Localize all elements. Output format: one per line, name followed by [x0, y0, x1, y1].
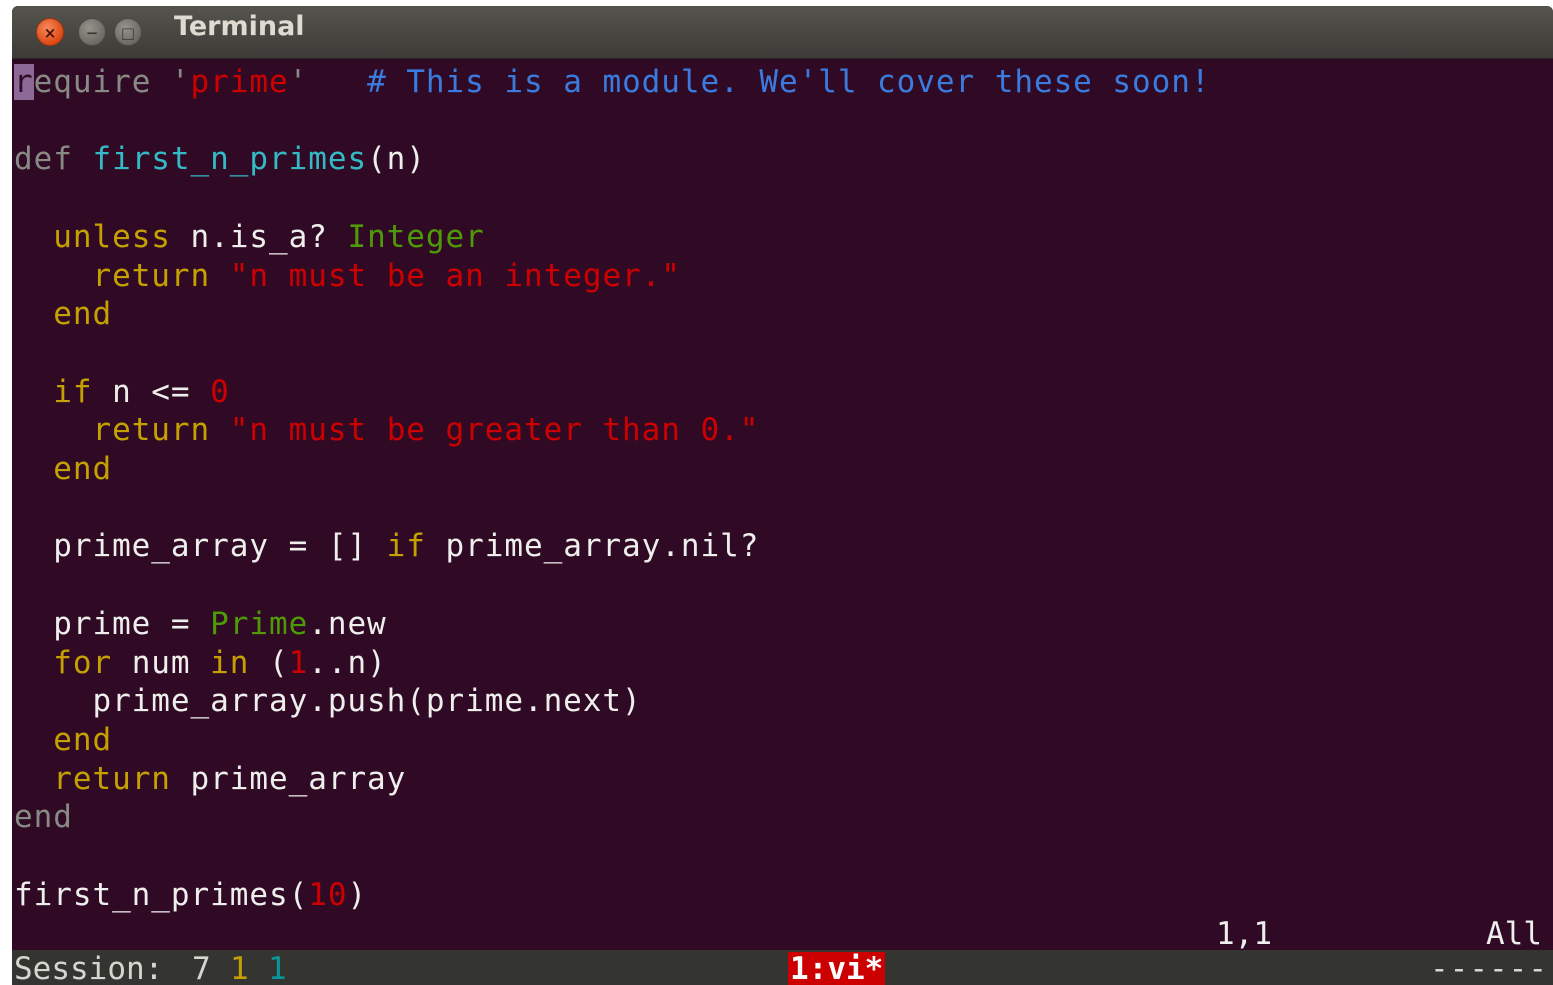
- code-token: equire: [33, 64, 171, 100]
- code-token: end: [14, 799, 73, 835]
- close-button[interactable]: ×: [36, 18, 64, 46]
- text-cursor: r: [14, 64, 34, 100]
- status-dashes: -------: [1430, 951, 1553, 985]
- code-token: prime_array.push(prime.next): [14, 683, 642, 719]
- session-label: Session:: [14, 951, 164, 985]
- minimize-icon: −: [85, 24, 99, 42]
- code-token: end: [53, 451, 113, 487]
- code-token: 1: [288, 645, 309, 681]
- code-token: prime_array = []: [14, 528, 387, 564]
- code-token: ': [288, 64, 309, 100]
- code-token: end: [53, 722, 113, 758]
- window-index: 1: [230, 951, 249, 985]
- code-token: "n must be an integer.": [229, 258, 681, 294]
- maximize-icon: □: [120, 24, 136, 42]
- code-token: first_n_primes: [92, 141, 368, 177]
- cursor-position: 1,1: [1216, 916, 1272, 952]
- code-token: prime_array: [170, 761, 407, 797]
- code-token: Prime: [210, 606, 309, 642]
- code-token: if: [386, 528, 426, 564]
- code-token: if: [53, 374, 93, 410]
- code-token: end: [53, 296, 113, 332]
- code-token: "n must be greater than 0.": [229, 412, 760, 448]
- session-number: 7: [192, 951, 211, 985]
- code-token: ..n): [308, 645, 387, 681]
- code-line[interactable]: require 'prime' # This is a module. We'l…: [14, 63, 1210, 101]
- code-token: prime_array.nil?: [425, 528, 760, 564]
- code-token: ': [170, 64, 191, 100]
- code-token: .new: [308, 606, 387, 642]
- code-line[interactable]: end: [14, 798, 73, 836]
- active-window-tab[interactable]: 1:vi*: [788, 952, 886, 985]
- minimize-button[interactable]: −: [78, 18, 106, 46]
- window-title: Terminal: [174, 11, 305, 42]
- code-line[interactable]: prime_array = [] if prime_array.nil?: [14, 527, 759, 565]
- terminal-window: × − □ Terminal require 'prime' # This is…: [12, 6, 1553, 985]
- code-token: 0: [210, 374, 230, 410]
- code-token: # This is a module. We'll cover these so…: [308, 64, 1211, 100]
- code-line[interactable]: end: [14, 450, 112, 488]
- code-line[interactable]: end: [14, 721, 112, 759]
- code-token: Integer: [347, 219, 485, 255]
- code-token: return: [92, 412, 211, 448]
- code-line[interactable]: prime = Prime.new: [14, 605, 387, 643]
- code-token: (: [249, 645, 289, 681]
- code-token: def: [14, 141, 93, 177]
- tmux-status-bar: Session: 7 1 1 1:vi* -------: [12, 950, 1553, 985]
- code-token: prime: [190, 64, 289, 100]
- code-line[interactable]: return "n must be greater than 0.": [14, 411, 759, 449]
- code-line[interactable]: for num in (1..n): [14, 644, 387, 682]
- code-line[interactable]: first_n_primes(10): [14, 876, 367, 914]
- code-token: return: [53, 761, 171, 797]
- title-bar[interactable]: × − □ Terminal: [12, 6, 1553, 59]
- code-token: ): [347, 877, 368, 913]
- code-line[interactable]: return "n must be an integer.": [14, 257, 681, 295]
- code-token: (n): [367, 141, 426, 177]
- code-token: first_n_primes(: [14, 877, 309, 913]
- code-token: in: [210, 645, 250, 681]
- scroll-percent: All: [1486, 916, 1542, 952]
- code-token: unless: [53, 219, 171, 255]
- code-line[interactable]: prime_array.push(prime.next): [14, 682, 642, 720]
- code-line[interactable]: end: [14, 295, 112, 333]
- code-line[interactable]: def first_n_primes(n): [14, 140, 426, 178]
- pane-index: 1: [268, 951, 287, 985]
- code-line[interactable]: if n <= 0: [14, 373, 230, 411]
- close-icon: ×: [43, 24, 57, 42]
- code-line[interactable]: return prime_array: [14, 760, 406, 798]
- code-token: 10: [308, 877, 348, 913]
- code-token: return: [92, 258, 211, 294]
- maximize-button[interactable]: □: [114, 18, 142, 46]
- code-line[interactable]: unless n.is_a? Integer: [14, 218, 485, 256]
- code-token: prime =: [14, 606, 211, 642]
- code-token: for: [53, 645, 113, 681]
- code-token: n <=: [92, 374, 211, 410]
- code-token: n.is_a?: [170, 219, 348, 255]
- code-token: num: [112, 645, 211, 681]
